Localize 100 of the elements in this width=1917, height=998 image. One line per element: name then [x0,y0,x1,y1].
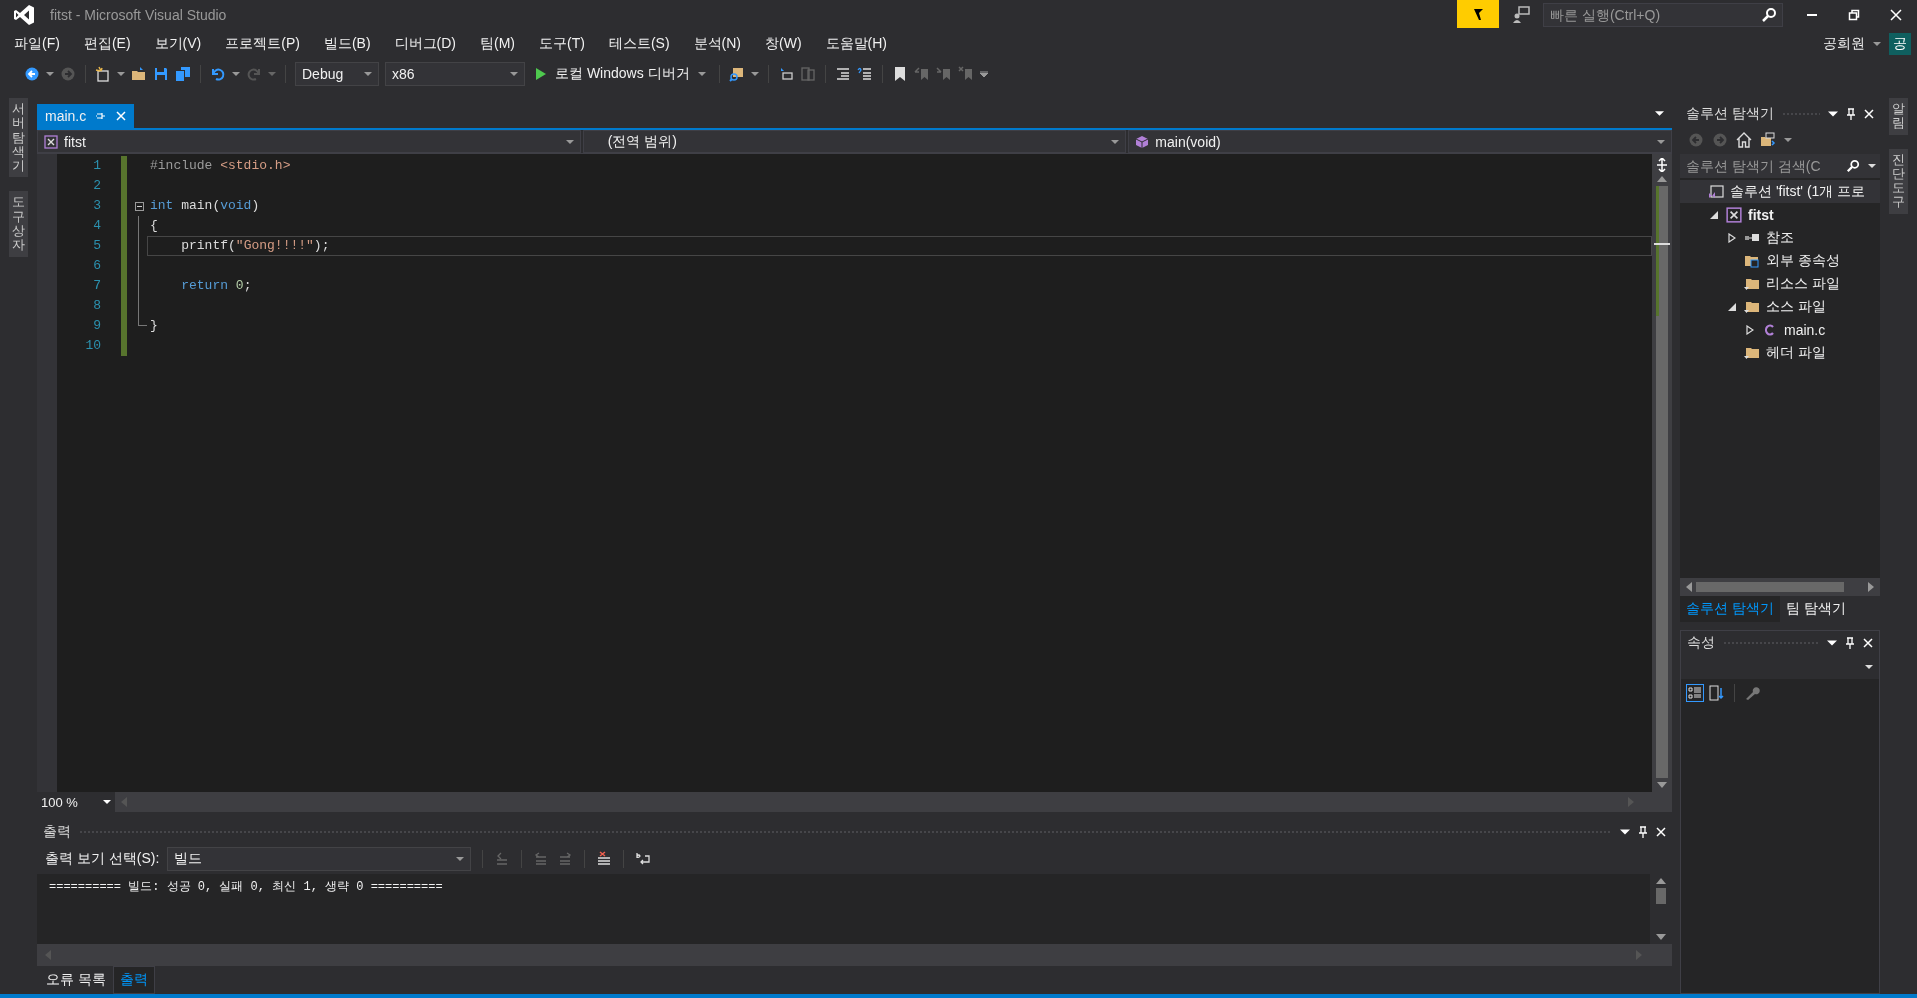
panel-tab[interactable]: 출력 [112,966,155,994]
new-project-icon[interactable] [95,66,111,82]
menu-item[interactable]: 빌드(B) [311,35,383,53]
tree-item[interactable]: 리소스 파일 [1680,272,1880,295]
caret-icon [364,72,372,76]
function-icon [1135,134,1150,149]
menu-item[interactable]: 창(W) [753,35,814,53]
zoom-dropdown[interactable]: 100 % [37,792,115,812]
clear-bookmarks-icon[interactable] [957,66,974,82]
split-icon[interactable] [1656,158,1668,172]
open-folder-icon[interactable] [131,66,147,82]
avatar[interactable]: 공 [1889,33,1911,55]
caret-icon[interactable] [117,71,125,77]
home-icon[interactable] [1736,132,1752,148]
start-debugging-button[interactable]: 로컬 Windows 디버거 [531,65,710,83]
scroll-down-icon[interactable] [1657,782,1667,788]
collapsed-arrow-icon[interactable] [1746,324,1754,335]
close-icon[interactable] [1863,637,1873,649]
tree-item[interactable]: fitst [1680,203,1880,226]
search-field[interactable]: 솔루션 탐색기 검색(C [1680,154,1880,178]
caret-icon[interactable] [1784,137,1792,143]
close-icon[interactable] [1864,108,1874,120]
line-number: 2 [92,177,101,195]
line-number: 4 [92,217,101,235]
scroll-right-icon[interactable] [1868,582,1874,592]
collapse-icon[interactable] [134,201,144,211]
panel-tab[interactable]: 팀 탐색기 [1779,596,1852,622]
caret-icon[interactable] [1865,665,1873,669]
scrollbar-thumb[interactable] [1696,582,1844,592]
categorized-icon[interactable] [1687,685,1703,701]
caret-icon[interactable] [232,71,240,77]
caret-icon[interactable] [750,71,759,77]
member-dropdown[interactable]: main(void) [1128,130,1672,153]
comment-lines-icon[interactable] [834,66,851,82]
feedback-icon[interactable] [1511,5,1531,25]
caret-icon[interactable] [1868,164,1876,168]
menu-item[interactable]: 팀(M) [468,35,527,53]
tree-item[interactable]: 참조 [1680,226,1880,249]
tree-item[interactable]: 소스 파일 [1680,295,1880,318]
menu-item[interactable]: 보기(V) [142,35,214,53]
side-tab[interactable]: 진단 도구 [1889,148,1908,214]
notification-flag-icon[interactable] [1457,0,1499,28]
scroll-left-icon[interactable] [1686,582,1692,592]
scroll-down-icon[interactable] [1656,934,1666,940]
menu-item[interactable]: 디버그(D) [382,35,468,53]
side-tab[interactable]: 서버 탐색기 [9,98,28,178]
scrollbar-thumb[interactable] [1656,888,1666,904]
menu-item[interactable]: 프로젝트(P) [213,35,312,53]
tab-list-icon[interactable] [1655,110,1664,116]
search-icon[interactable] [1761,7,1777,23]
menu-item[interactable]: 편집(E) [71,35,143,53]
save-icon[interactable] [153,66,169,82]
configuration-dropdown[interactable]: Debug [295,62,379,86]
scope-dropdown[interactable]: (전역 범위) [582,130,1127,153]
next-bookmark-icon[interactable] [935,66,952,82]
save-all-icon[interactable] [175,66,191,82]
project-icon [1726,206,1742,223]
tree-item[interactable]: main.c [1680,318,1880,341]
line-number: 8 [92,297,101,315]
previous-bookmark-icon[interactable] [913,66,930,82]
caret-icon[interactable] [46,71,54,77]
back-icon[interactable] [24,66,40,82]
project-dropdown[interactable]: fitst [37,130,581,153]
word-wrap-icon[interactable] [635,851,652,867]
undo-icon[interactable] [210,66,226,82]
menu-item[interactable]: 도구(T) [527,35,597,53]
pin-icon[interactable] [1846,108,1856,120]
expanded-arrow-icon[interactable] [1728,302,1736,311]
quick-launch-field[interactable]: 빠른 실행(Ctrl+Q) [1543,3,1783,27]
scrollbar-thumb[interactable] [1656,186,1668,778]
collapsed-arrow-icon[interactable] [1728,232,1736,243]
output-source-label: 출력 보기 선택(S): [45,850,160,868]
clear-all-icon[interactable] [596,851,613,867]
user-name[interactable]: 공희원 [1823,35,1865,53]
scroll-up-icon[interactable] [1657,176,1667,182]
menu-item[interactable]: 테스트(S) [596,35,682,53]
pin-icon[interactable] [1638,826,1648,838]
menu-item[interactable]: 분석(N) [681,35,753,53]
panel-tab[interactable]: 솔루션 탐색기 [1680,596,1780,622]
output-source-dropdown[interactable]: 빌드 [167,847,472,871]
find-in-files-icon[interactable] [728,66,745,82]
tree-item[interactable]: 헤더 파일 [1680,341,1880,364]
scroll-up-icon[interactable] [1656,878,1666,884]
menu-item[interactable]: 도움말(H) [813,35,899,53]
side-tab[interactable]: 도구 상자 [9,191,28,257]
platform-dropdown[interactable]: x86 [385,62,525,86]
expanded-arrow-icon[interactable] [1710,210,1718,219]
panel-tab[interactable]: 오류 목록 [39,966,113,994]
alphabetical-icon[interactable] [1709,685,1725,701]
tree-item[interactable]: 솔루션 'fitst' (1개 프로 [1680,180,1880,203]
sync-folders-icon[interactable] [1760,132,1776,148]
line-number: 9 [92,317,101,335]
toolbar-options-icon[interactable] [979,71,988,77]
menu-item[interactable]: 파일(F) [2,35,72,53]
uncomment-lines-icon[interactable] [856,66,873,82]
pin-icon[interactable] [1845,637,1855,649]
tree-item[interactable]: 외부 종속성 [1680,249,1880,272]
search-icon[interactable] [1846,159,1860,173]
side-tab[interactable]: 알림 [1889,98,1908,135]
close-icon[interactable] [1656,826,1666,838]
